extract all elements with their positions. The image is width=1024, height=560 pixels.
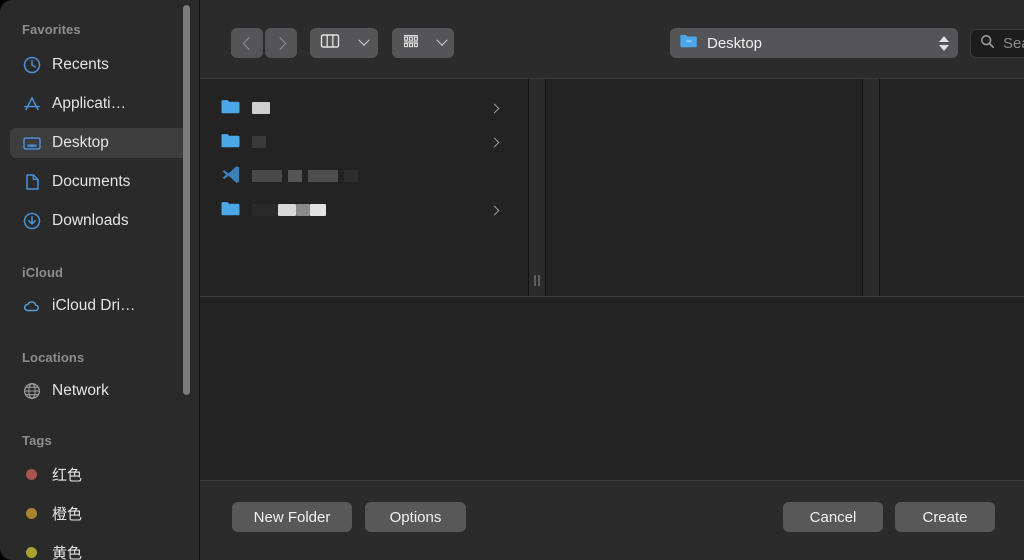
sidebar-item-desktop[interactable]: Desktop <box>10 128 190 158</box>
sidebar-item-label: Downloads <box>52 212 129 230</box>
desktop-icon <box>22 133 42 153</box>
search-icon <box>980 34 995 54</box>
sidebar-scrollbar[interactable] <box>183 5 190 395</box>
options-button[interactable]: Options <box>365 502 466 532</box>
download-icon <box>22 211 42 231</box>
forward-button[interactable] <box>265 28 297 58</box>
new-folder-button[interactable]: New Folder <box>232 502 352 532</box>
group-by-button[interactable] <box>392 28 454 58</box>
create-button[interactable]: Create <box>895 502 995 532</box>
sidebar-tag-yellow[interactable]: 黄色 <box>0 537 200 560</box>
globe-icon <box>22 381 42 401</box>
folder-icon <box>220 97 242 120</box>
sidebar-section-icloud: iCloud <box>0 265 63 280</box>
chevron-left-icon <box>242 37 255 50</box>
sidebar-item-network[interactable]: Network <box>10 376 190 406</box>
chevron-right-icon <box>273 37 286 50</box>
sidebar-tag-red[interactable]: 红色 <box>0 459 200 490</box>
toolbar: Desktop Search <box>200 0 1024 78</box>
column-divider <box>879 79 880 296</box>
table-row[interactable] <box>200 93 520 123</box>
folder-icon <box>220 199 242 222</box>
folder-icon <box>220 131 242 154</box>
table-row[interactable] <box>200 127 520 157</box>
sidebar-item-downloads[interactable]: Downloads <box>10 206 190 236</box>
cloud-icon <box>22 296 42 316</box>
column-resize-handle[interactable] <box>863 79 879 296</box>
applications-icon <box>22 94 42 114</box>
redacted-filename <box>252 102 270 114</box>
redacted-filename <box>252 136 266 148</box>
chevron-down-icon <box>358 35 369 46</box>
back-button[interactable] <box>231 28 263 58</box>
lower-pane <box>200 297 1024 480</box>
table-row[interactable] <box>200 161 520 191</box>
path-popup-button[interactable]: Desktop <box>670 28 958 58</box>
tag-label: 橙色 <box>52 503 82 524</box>
vscode-icon <box>220 164 242 189</box>
up-down-chevron-icon <box>939 36 949 51</box>
table-row[interactable] <box>200 195 520 225</box>
sidebar-item-icloud-drive[interactable]: iCloud Dri… <box>10 291 190 321</box>
chevron-right-icon <box>490 205 500 215</box>
redacted-filename <box>252 170 358 182</box>
search-input[interactable]: Search <box>970 29 1024 58</box>
sidebar-item-recents[interactable]: Recents <box>10 50 190 80</box>
sidebar-section-favorites: Favorites <box>0 22 81 37</box>
save-dialog: Favorites Recents Applicati… Desktop Doc… <box>0 0 1024 560</box>
cancel-button[interactable]: Cancel <box>783 502 883 532</box>
column-resize-grip-icon <box>535 275 540 286</box>
redacted-filename <box>252 204 326 216</box>
path-label: Desktop <box>707 35 931 52</box>
sidebar-tag-orange[interactable]: 橙色 <box>0 498 200 529</box>
search-placeholder: Search <box>1003 35 1024 52</box>
sidebar-section-tags: Tags <box>0 433 52 448</box>
sidebar-item-label: Desktop <box>52 134 109 152</box>
group-by-icon <box>401 33 421 54</box>
tag-label: 红色 <box>52 464 82 485</box>
document-icon <box>22 172 42 192</box>
column-resize-handle[interactable] <box>529 79 545 296</box>
bottom-bar: New Folder Options Cancel Create <box>200 481 1024 560</box>
sidebar-item-label: Documents <box>52 173 130 191</box>
sidebar-item-documents[interactable]: Documents <box>10 167 190 197</box>
sidebar: Favorites Recents Applicati… Desktop Doc… <box>0 0 200 560</box>
column-view-icon <box>320 33 340 54</box>
chevron-down-icon <box>436 35 447 46</box>
file-browser <box>200 79 1024 296</box>
sidebar-item-label: Network <box>52 382 109 400</box>
tag-color-dot <box>26 508 37 519</box>
view-mode-button[interactable] <box>310 28 378 58</box>
chevron-right-icon <box>490 103 500 113</box>
tag-color-dot <box>26 469 37 480</box>
tag-label: 黄色 <box>52 542 82 560</box>
clock-icon <box>22 55 42 75</box>
column-divider <box>545 79 546 296</box>
sidebar-item-label: Recents <box>52 56 109 74</box>
sidebar-item-label: iCloud Dri… <box>52 297 136 315</box>
folder-icon <box>679 32 699 54</box>
sidebar-item-applications[interactable]: Applicati… <box>10 89 190 119</box>
sidebar-section-locations: Locations <box>0 350 84 365</box>
chevron-right-icon <box>490 137 500 147</box>
sidebar-item-label: Applicati… <box>52 95 126 113</box>
tag-color-dot <box>26 547 37 558</box>
